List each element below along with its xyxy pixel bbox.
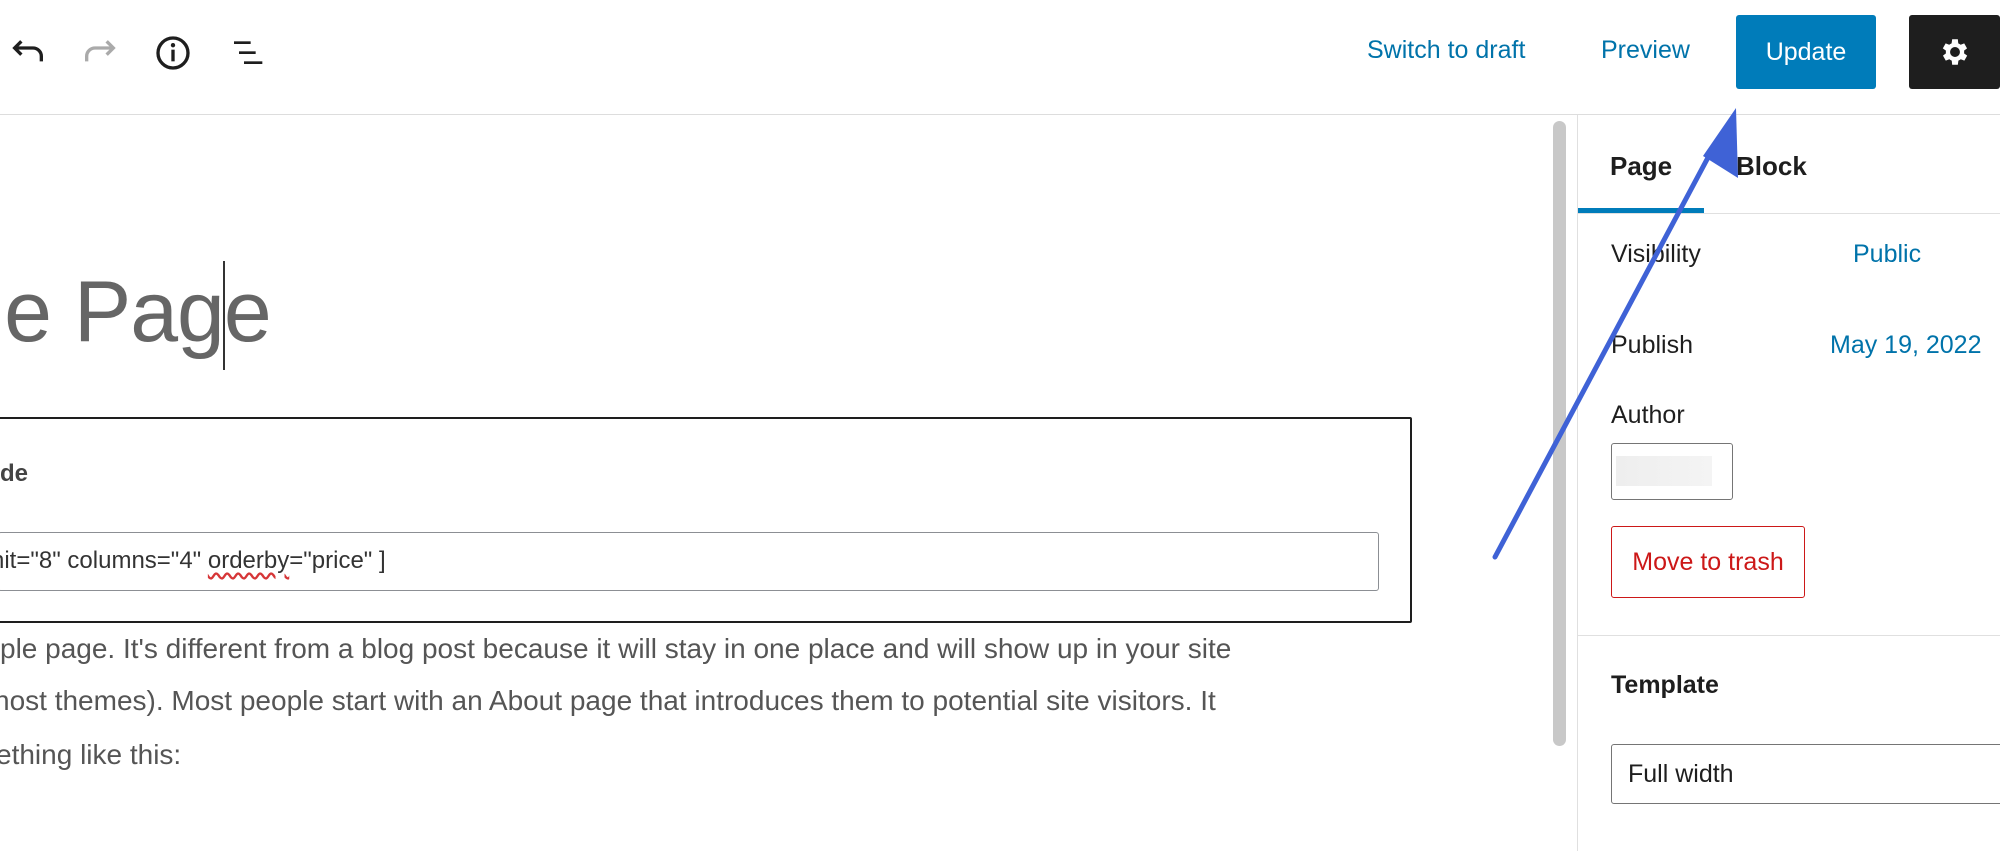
- shortcode-input[interactable]: nit="8" columns="4" orderby="price" ]: [0, 532, 1379, 591]
- list-view-icon[interactable]: [229, 33, 269, 73]
- undo-icon[interactable]: [8, 33, 48, 73]
- tab-page[interactable]: Page: [1610, 151, 1672, 182]
- preview-link[interactable]: Preview: [1601, 36, 1690, 65]
- template-select-value: Full width: [1628, 760, 1734, 788]
- move-to-trash-button[interactable]: Move to trash: [1611, 526, 1805, 598]
- divider: [1578, 635, 2000, 636]
- visibility-label: Visibility: [1611, 240, 1701, 268]
- editor-header: Switch to draft Preview Update: [0, 0, 2000, 115]
- settings-button[interactable]: [1909, 15, 2000, 89]
- publish-label: Publish: [1611, 331, 1693, 359]
- template-select[interactable]: Full width: [1611, 744, 2000, 804]
- text-cursor: [223, 261, 225, 370]
- paragraph-line[interactable]: ple page. It's different from a blog pos…: [0, 633, 1231, 665]
- shortcode-text-misspelled: orderby: [207, 547, 290, 574]
- shortcode-text-end: ="price" ]: [289, 547, 386, 574]
- author-select[interactable]: [1611, 443, 1733, 500]
- publish-date[interactable]: May 19, 2022: [1830, 331, 1982, 360]
- gear-icon: [1942, 39, 1967, 65]
- update-button[interactable]: Update: [1736, 15, 1876, 89]
- info-icon[interactable]: [153, 33, 193, 73]
- paragraph-line[interactable]: nost themes). Most people start with an …: [0, 685, 1216, 717]
- template-label: Template: [1611, 671, 1719, 699]
- editor-scrollbar[interactable]: [1553, 121, 1566, 746]
- move-to-trash-label: Move to trash: [1632, 547, 1784, 576]
- page-title[interactable]: le Page: [0, 262, 272, 362]
- tab-block[interactable]: Block: [1736, 151, 1807, 182]
- shortcode-block-label: de: [0, 460, 29, 487]
- visibility-value[interactable]: Public: [1853, 240, 1921, 269]
- settings-sidebar: Page Block Visibility Public Publish May…: [1577, 115, 2000, 851]
- redo-icon[interactable]: [80, 33, 120, 73]
- author-redacted: [1616, 456, 1712, 486]
- shortcode-text: nit="8" columns="4": [0, 547, 208, 574]
- divider: [1578, 213, 2000, 214]
- paragraph-line[interactable]: ething like this:: [0, 739, 181, 771]
- switch-to-draft-link[interactable]: Switch to draft: [1367, 36, 1525, 65]
- shortcode-block[interactable]: [0, 417, 1412, 623]
- author-label: Author: [1611, 401, 1685, 429]
- update-label: Update: [1765, 37, 1847, 66]
